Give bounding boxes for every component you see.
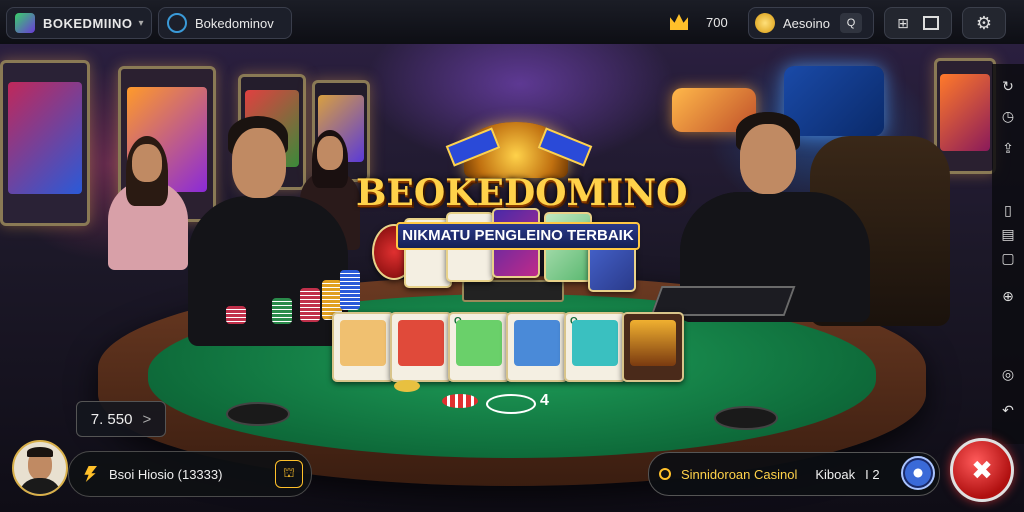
lightning-icon [84, 466, 97, 482]
pot-ring [486, 394, 536, 414]
chip-stack [300, 288, 320, 322]
player-info: Bsoi Hiosio (13333) [109, 466, 223, 482]
chip-stack [340, 270, 360, 310]
coins-display: 700 [670, 7, 740, 37]
cup-holder [714, 406, 778, 430]
cup-holder [226, 402, 290, 426]
game-scene: Q Q 4 BEOKEDOMINO NIKMATU PENGLEINO TERB… [0, 44, 1024, 512]
gear-icon: ⚙ [975, 12, 993, 33]
settings-button[interactable]: ⚙ [962, 7, 1006, 39]
status-label: Sinnidoroan Casinol [681, 466, 798, 482]
tab-game[interactable]: Bokedominov [158, 7, 292, 39]
profile-icon[interactable]: ⊕ [998, 286, 1018, 306]
table-card: Q [564, 312, 626, 382]
chip-stack [272, 298, 292, 324]
bet-amount-button[interactable]: 7. 550 > [76, 401, 166, 437]
player-info-bar: Bsoi Hiosio (13333) ⛫ [68, 451, 312, 497]
avatar-body [18, 478, 62, 494]
status-count: I 2 [865, 466, 880, 482]
table-card: Q [448, 312, 510, 382]
currency-label: Aesoino [783, 15, 830, 31]
table-card [332, 312, 394, 382]
slot-machine-left [0, 60, 90, 226]
table-card [390, 312, 452, 382]
right-rail: ↻ ◷ ⇪ ▯ ▤ ▢ ⊕ ◎ ↶ [992, 64, 1024, 444]
app-name: BOKEDMIINO [43, 15, 133, 31]
game-tab-icon [167, 13, 187, 33]
status-dot-icon [659, 468, 671, 480]
chip-marker [394, 380, 420, 392]
tab-label: Bokedominov [195, 15, 274, 31]
card-shoe [462, 280, 564, 302]
chevron-right-icon: > [142, 410, 152, 428]
currency-action[interactable]: Q [839, 13, 862, 33]
grid-icon: ⊞ [897, 14, 909, 31]
crown-icon [670, 14, 688, 30]
lock-icon[interactable]: ⛫ [275, 460, 303, 488]
game-logo: BEOKEDOMINO NIKMATU PENGLEINO TERBAIK [356, 122, 688, 250]
layout-icon[interactable]: ▤ [998, 224, 1018, 244]
info-icon[interactable]: ▢ [998, 248, 1018, 268]
table-card [506, 312, 568, 382]
status-bar: Sinnidoroan Casinol Kiboak I 2 [648, 452, 940, 496]
chip-marker [442, 394, 478, 408]
sound-icon[interactable]: ◎ [998, 364, 1018, 384]
chat-icon[interactable]: ▯ [998, 200, 1018, 220]
avatar-hair [27, 447, 53, 457]
window-icon [922, 16, 939, 30]
logo-title: BEOKEDOMINO [356, 172, 688, 214]
status-extra: Kiboak [815, 466, 856, 482]
bet-value: 7. 550 [90, 410, 133, 428]
currency-pill[interactable]: Aesoino Q [748, 7, 874, 39]
table-card [622, 312, 684, 382]
history-icon[interactable]: ◷ [998, 106, 1018, 126]
share-icon[interactable]: ⇪ [998, 138, 1018, 158]
refresh-icon[interactable]: ↻ [998, 76, 1018, 96]
chevron-down-icon: ▾ [138, 17, 144, 29]
avatar[interactable] [12, 440, 68, 496]
fullscreen-button[interactable]: ⊞ [884, 7, 952, 39]
exit-button[interactable]: ✖ [950, 438, 1014, 502]
coin-icon [755, 13, 775, 33]
back-icon[interactable]: ↶ [998, 400, 1018, 420]
pot-value: 4 [540, 392, 549, 409]
logo-subtitle: NIKMATU PENGLEINO TERBAIK [396, 222, 640, 250]
close-icon: ✖ [971, 454, 993, 485]
chip-icon[interactable] [901, 456, 935, 490]
neon-sign-right [784, 66, 884, 136]
app-logo-icon [15, 13, 35, 33]
app-menu-button[interactable]: BOKEDMIINO ▾ [6, 7, 152, 39]
chip-stack [226, 306, 246, 324]
coins-value: 700 [706, 14, 728, 30]
top-bar: BOKEDMIINO ▾ Bokedominov 700 Aesoino Q ⊞… [0, 0, 1024, 44]
